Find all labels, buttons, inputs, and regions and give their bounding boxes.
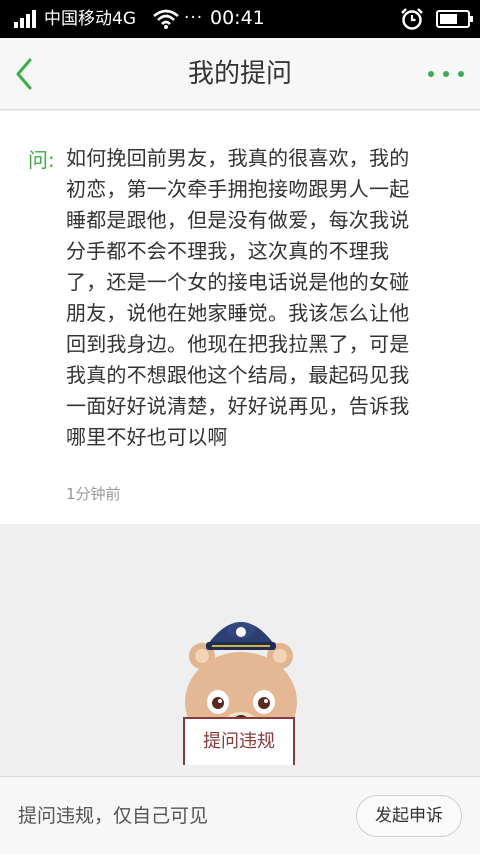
more-dots-icon[interactable] — [424, 66, 468, 82]
question-text-line: 睡都是跟他，但是没有做爱，每次我说 — [66, 208, 410, 232]
question-text-line: 回到我身边。他现在把我拉黑了，可是 — [66, 332, 410, 356]
alarm-icon — [401, 8, 423, 30]
violation-area: 提问违规 — [0, 524, 480, 776]
violation-notice: 提问违规，仅自己可见 — [18, 805, 209, 827]
question-text-line: 了，还是一个女的接电话说是他的女碰 — [66, 270, 410, 294]
notification-dots: ··· — [184, 8, 204, 28]
question-text-line: 如何挽回前男友，我真的很喜欢，我的 — [66, 146, 410, 170]
question-text: 如何挽回前男友，我真的很喜欢，我的 初恋，第一次牵手拥抱接吻跟男人一起 睡都是跟他，… — [66, 143, 462, 453]
question-text-line: 分手都不会不理我，这次真的不理我 — [66, 239, 390, 263]
question-text-line: 我真的不想跟他这个结局，最起码见我 — [66, 363, 410, 387]
clock: 00:41 — [210, 7, 265, 29]
signal-icon — [14, 10, 40, 28]
appeal-button[interactable]: 发起申诉 — [356, 795, 462, 837]
question-text-line: 朋友，说他在她家睡觉。我该怎么让他 — [66, 301, 410, 325]
question-text-line: 一面好好说清楚，好好说再见，告诉我 — [66, 394, 410, 418]
status-bar: 中国移动4G ··· 00:41 — [0, 0, 480, 38]
violation-sign: 提问违规 — [183, 717, 295, 765]
nav-bar: 我的提问 — [0, 38, 480, 110]
page-title: 我的提问 — [187, 59, 292, 89]
carrier-label: 中国移动4G — [44, 9, 136, 29]
bottom-bar: 提问违规，仅自己可见 发起申诉 — [0, 776, 480, 854]
question-text-line: 哪里不好也可以啊 — [66, 425, 228, 449]
question-timestamp: 1分钟前 — [66, 485, 121, 503]
question-label: 问: — [28, 148, 55, 172]
battery-icon — [436, 10, 473, 28]
wifi-icon — [153, 9, 179, 29]
question-text-line: 初恋，第一次牵手拥抱接吻跟男人一起 — [66, 177, 410, 201]
question-card: 问: 如何挽回前男友，我真的很喜欢，我的 初恋，第一次牵手拥抱接吻跟男人一起 睡都是… — [0, 111, 480, 524]
